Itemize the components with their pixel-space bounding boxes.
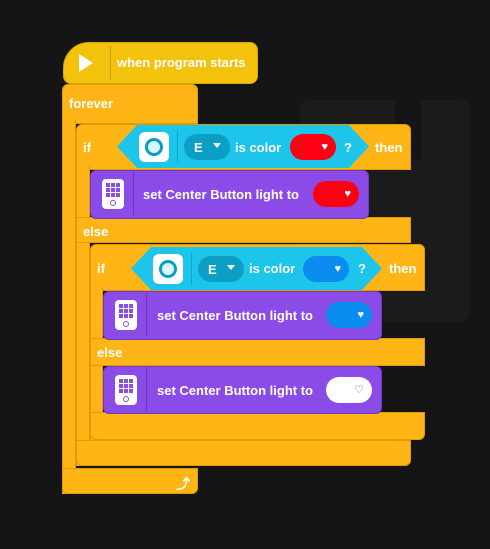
hub-light-icon xyxy=(115,300,137,330)
color-sensor-icon xyxy=(139,132,169,162)
color-selector[interactable]: ♥ xyxy=(290,134,336,160)
forever-left-arm xyxy=(62,120,76,494)
action-label: set Center Button light to xyxy=(143,187,299,202)
inner-color-selector[interactable]: ♥ xyxy=(303,256,349,282)
port-value: E xyxy=(208,261,217,277)
chevron-down-icon xyxy=(213,143,221,148)
question-mark: ? xyxy=(344,140,352,155)
inner-light-color-selector[interactable]: ♥ xyxy=(326,302,372,328)
hat-divider xyxy=(110,46,111,80)
condition-label: is color xyxy=(235,140,282,155)
if-else-bottom xyxy=(76,440,411,466)
port-dropdown[interactable]: E xyxy=(184,134,230,160)
color-heart-icon: ♥ xyxy=(344,188,351,200)
light-color-selector[interactable]: ♥ xyxy=(313,181,359,207)
inner-question-mark: ? xyxy=(358,261,366,276)
color-heart-icon: ♥ xyxy=(334,263,341,275)
color-heart-icon: ♥ xyxy=(321,141,328,153)
color-sensor-icon xyxy=(153,254,183,284)
inner-condition-label: is color xyxy=(249,261,296,276)
inner-action-label: set Center Button light to xyxy=(157,308,313,323)
color-heart-icon: ♥ xyxy=(357,309,364,321)
action-divider xyxy=(146,292,147,336)
play-icon xyxy=(79,54,93,72)
action-divider xyxy=(146,367,147,411)
else-bar xyxy=(76,217,411,243)
port-value: E xyxy=(194,139,203,155)
inner-then-label: then xyxy=(389,261,417,276)
forever-label: forever xyxy=(69,96,114,111)
color-heart-icon: ♡ xyxy=(354,384,364,396)
inner-if-else-bottom xyxy=(90,412,425,440)
condition-divider xyxy=(191,253,192,285)
if-label: if xyxy=(83,140,91,155)
inner-if-label: if xyxy=(97,261,105,276)
else-action-label: set Center Button light to xyxy=(157,383,313,398)
inner-else-label: else xyxy=(97,345,123,360)
loop-arrow-icon: ⤴ xyxy=(176,476,190,492)
then-label: then xyxy=(375,140,403,155)
chevron-down-icon xyxy=(227,265,235,270)
inner-else-bar xyxy=(90,338,425,366)
else-light-color-selector[interactable]: ♡ xyxy=(326,377,372,403)
hub-light-icon xyxy=(102,179,124,209)
hat-label: when program starts xyxy=(117,55,246,70)
inner-port-dropdown[interactable]: E xyxy=(198,256,244,282)
if-else-left-arm xyxy=(76,166,90,466)
action-divider xyxy=(133,171,134,215)
hub-light-icon xyxy=(115,375,137,405)
condition-divider xyxy=(177,131,178,163)
else-label: else xyxy=(83,224,109,239)
